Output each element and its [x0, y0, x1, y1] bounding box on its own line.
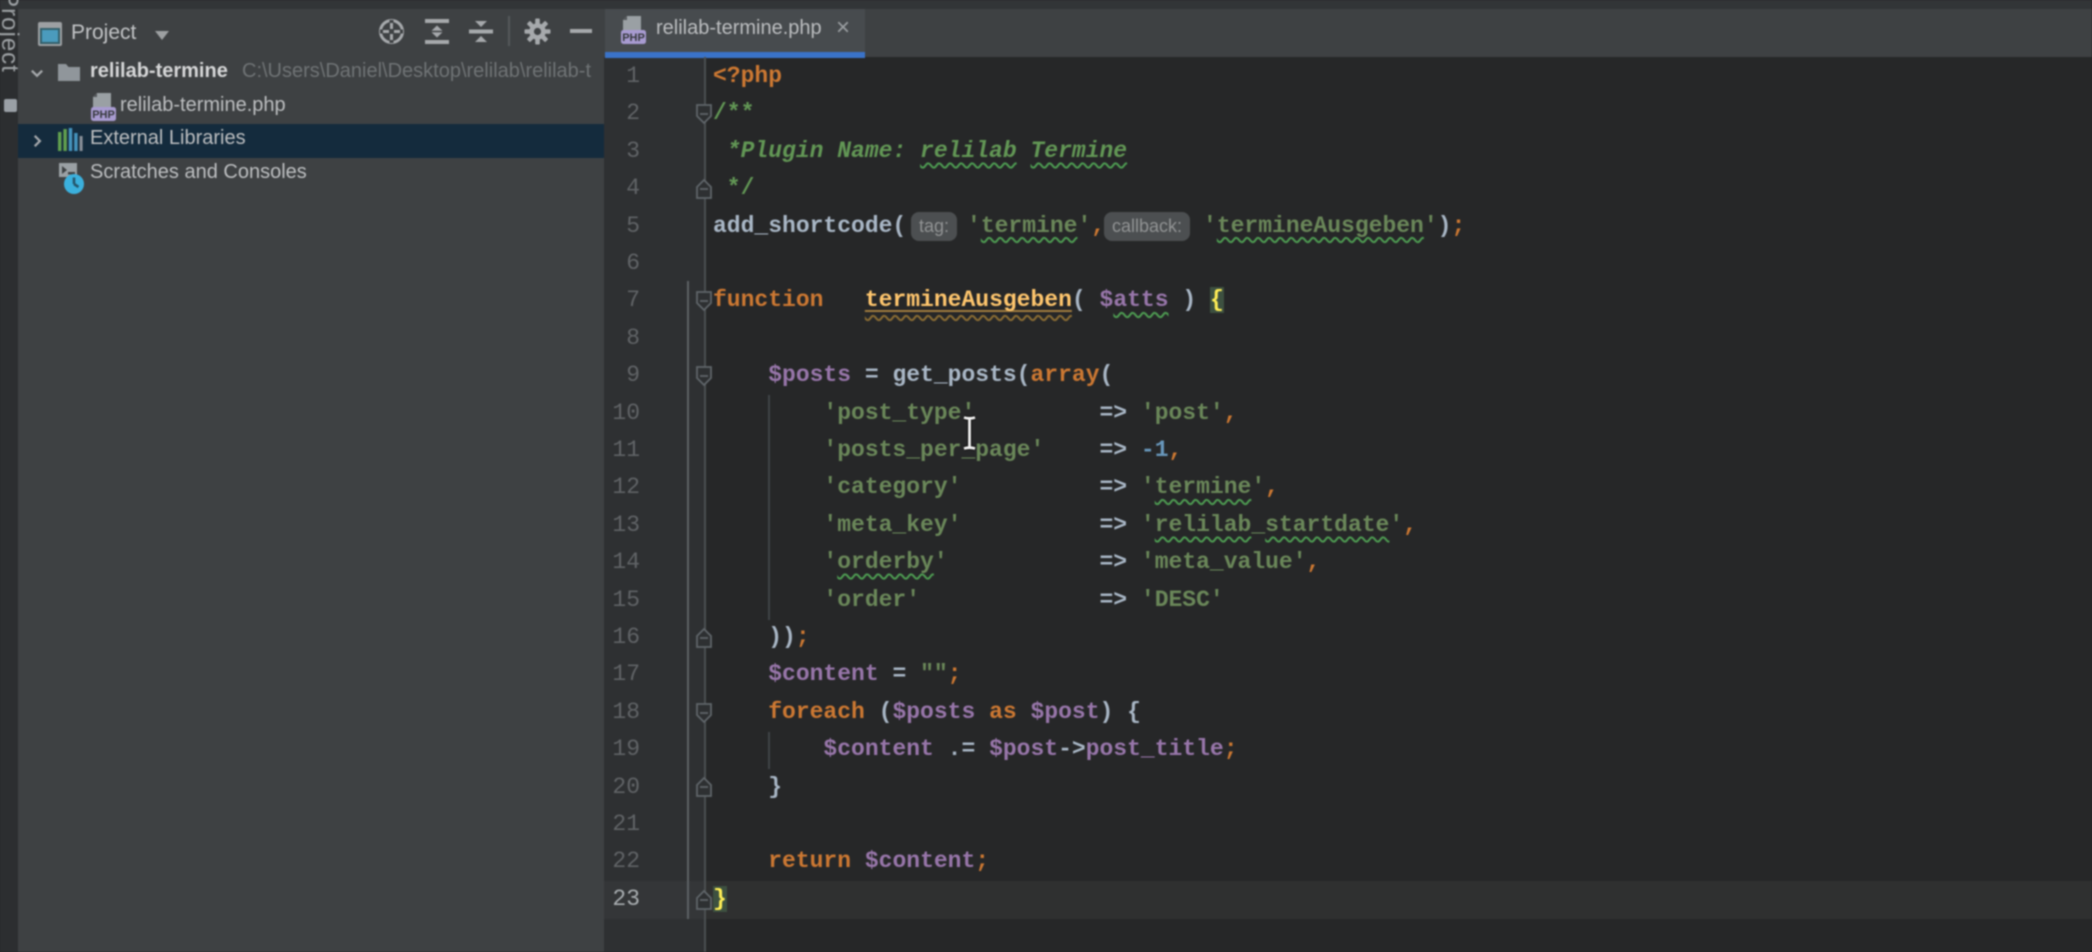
- svg-text:PHP: PHP: [622, 32, 645, 44]
- svg-text:PHP: PHP: [92, 109, 115, 121]
